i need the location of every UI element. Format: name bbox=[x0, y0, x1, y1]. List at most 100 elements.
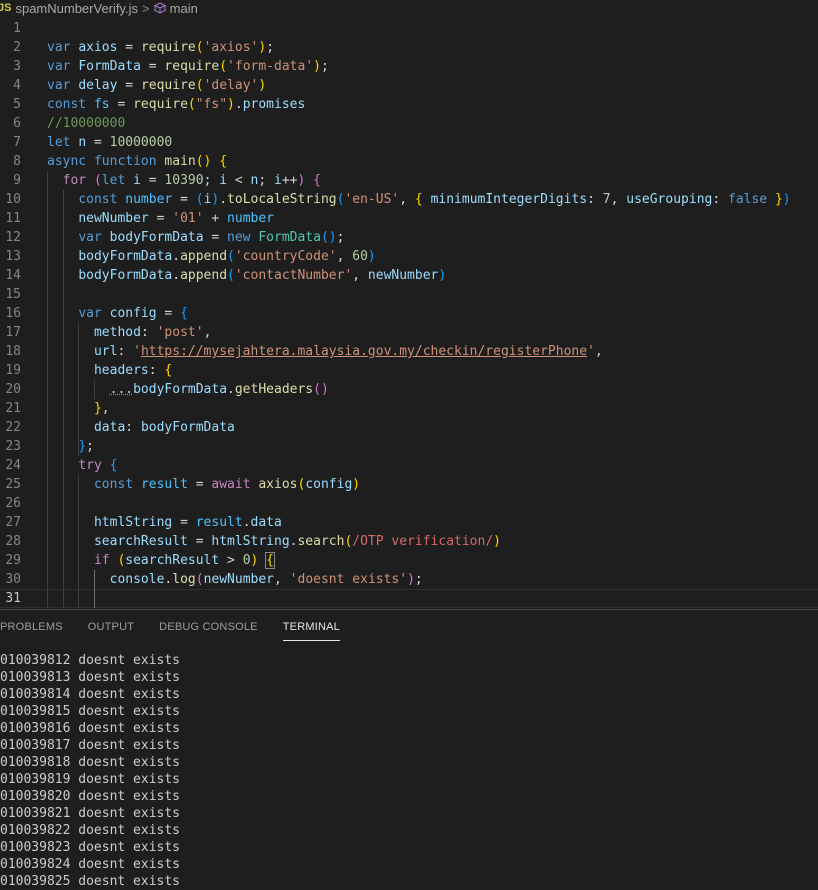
line-number: 31 bbox=[5, 591, 21, 606]
code-token: () bbox=[313, 382, 329, 397]
line-number: 15 bbox=[5, 287, 21, 302]
code-token: . bbox=[242, 515, 251, 530]
code-token: = bbox=[203, 230, 228, 245]
code-line[interactable]: 7 let n = 10000000 bbox=[0, 133, 818, 152]
terminal-line: 010039813 doesnt exists bbox=[0, 670, 181, 685]
code-line[interactable]: 13 bodyFormData.append('countryCode', 60… bbox=[0, 247, 818, 266]
code-token: try bbox=[78, 458, 102, 473]
code-line[interactable]: 26 bbox=[0, 494, 818, 513]
code-line[interactable]: 2 var axios = require('axios'); bbox=[0, 38, 818, 57]
line-number: 7 bbox=[13, 135, 21, 150]
code-token: = bbox=[109, 97, 134, 112]
javascript-file-icon: JS bbox=[0, 2, 12, 14]
tab-output[interactable]: OUTPUT bbox=[88, 610, 134, 644]
code-token: ; bbox=[86, 439, 94, 454]
code-token: . bbox=[172, 268, 181, 283]
breadcrumb-symbol-main[interactable]: main bbox=[170, 1, 198, 16]
code-line[interactable]: 4 var delay = require('delay') bbox=[0, 76, 818, 95]
code-token: { bbox=[180, 306, 188, 321]
code-line[interactable]: 16 var config = { bbox=[0, 304, 818, 323]
code-token: htmlString bbox=[93, 515, 173, 530]
code-line[interactable]: 6 //10000000 bbox=[0, 114, 818, 133]
indent-guide bbox=[62, 190, 64, 608]
code-token: promises bbox=[242, 97, 306, 112]
code-token: 'delay' bbox=[203, 78, 259, 93]
code-line[interactable]: 1 bbox=[0, 19, 818, 38]
code-line[interactable]: 18 url: 'https://mysejahtera.malaysia.go… bbox=[0, 342, 818, 361]
code-line[interactable]: 9 for (let i = 10390; i < n; i++) { bbox=[0, 171, 818, 190]
code-token: data bbox=[250, 515, 282, 530]
code-line[interactable]: 10 const number = (i).toLocaleString('en… bbox=[0, 190, 818, 209]
breadcrumb-file[interactable]: spamNumberVerify.js bbox=[15, 1, 138, 16]
code-token: ) bbox=[313, 59, 321, 74]
code-text: bodyFormData.append('contactNumber', new… bbox=[47, 266, 446, 285]
code-token: "fs" bbox=[195, 97, 228, 112]
code-token: { bbox=[265, 552, 275, 569]
code-token: require bbox=[140, 78, 196, 93]
code-token: axios bbox=[258, 477, 298, 492]
code-token: const bbox=[78, 192, 118, 207]
code-line[interactable]: 19 headers: { bbox=[0, 361, 818, 380]
line-number: 17 bbox=[5, 325, 21, 340]
code-token: 'countryCode' bbox=[234, 249, 337, 264]
line-number: 13 bbox=[5, 249, 21, 264]
code-token: = bbox=[156, 306, 181, 321]
tab-terminal[interactable]: TERMINAL bbox=[282, 610, 340, 641]
code-token: = bbox=[86, 135, 110, 150]
code-token: > bbox=[219, 553, 243, 568]
line-number: 28 bbox=[5, 534, 21, 549]
code-text: bodyFormData.append('countryCode', 60) bbox=[47, 247, 375, 266]
code-line[interactable]: 14 bodyFormData.append('contactNumber', … bbox=[0, 266, 818, 285]
code-text: console.log(newNumber, 'doesnt exists'); bbox=[47, 570, 423, 589]
code-token: = bbox=[117, 78, 141, 93]
code-token: getHeaders bbox=[234, 382, 314, 397]
code-line[interactable]: 27 htmlString = result.data bbox=[0, 513, 818, 532]
code-line[interactable]: 20 ...bodyFormData.getHeaders() bbox=[0, 380, 818, 399]
code-token: ... bbox=[109, 382, 134, 397]
code-token: bodyFormData bbox=[133, 382, 228, 397]
indent-guide bbox=[47, 171, 48, 608]
code-editor[interactable]: 1 2 var axios = require('axios'); 3 var Form… bbox=[0, 16, 818, 609]
terminal-output[interactable]: 010039812 doesnt exists 010039813 doesnt … bbox=[0, 652, 818, 890]
terminal-line: 010039819 doesnt exists bbox=[0, 772, 181, 787]
terminal-line: 010039822 doesnt exists bbox=[0, 823, 181, 838]
code-token: , bbox=[336, 249, 353, 264]
code-line[interactable]: 21 }, bbox=[0, 399, 818, 418]
code-line[interactable]: 28 searchResult = htmlString.search(/OTP… bbox=[0, 532, 818, 551]
code-line[interactable]: 3 var FormData = require('form-data'); bbox=[0, 57, 818, 76]
code-line[interactable]: 30 console.log(newNumber, 'doesnt exists… bbox=[0, 570, 818, 589]
code-text: headers: { bbox=[47, 361, 172, 380]
code-token: ( bbox=[187, 97, 196, 112]
code-line[interactable]: 17 method: 'post', bbox=[0, 323, 818, 342]
code-line[interactable]: 31 bbox=[0, 589, 818, 608]
indent-guide bbox=[78, 323, 80, 456]
code-line[interactable]: 11 newNumber = '01' + number bbox=[0, 209, 818, 228]
tab-debug-console[interactable]: DEBUG CONSOLE bbox=[159, 610, 258, 644]
terminal-line: 010039812 doesnt exists bbox=[0, 653, 181, 668]
code-token: fs bbox=[93, 97, 110, 112]
code-token: searchResult bbox=[93, 534, 188, 549]
code-token: let bbox=[101, 173, 126, 188]
code-token: } bbox=[78, 439, 87, 454]
tab-problems[interactable]: PROBLEMS bbox=[0, 610, 63, 644]
code-line[interactable]: 8 async function main() { bbox=[0, 152, 818, 171]
line-number: 6 bbox=[13, 116, 21, 131]
code-token: number bbox=[227, 211, 275, 226]
code-line[interactable]: 24 try { bbox=[0, 456, 818, 475]
code-token: { bbox=[109, 458, 118, 473]
code-token: var bbox=[47, 59, 71, 74]
code-line[interactable]: 22 data: bodyFormData bbox=[0, 418, 818, 437]
code-line[interactable]: 15 bbox=[0, 285, 818, 304]
code-line[interactable]: 25 const result = await axios(config) bbox=[0, 475, 818, 494]
code-line[interactable]: 29 if (searchResult > 0) { bbox=[0, 551, 818, 570]
code-token: 10390 bbox=[164, 173, 204, 188]
code-token: require bbox=[133, 97, 188, 112]
code-line[interactable]: 23 }; bbox=[0, 437, 818, 456]
code-line[interactable]: 5 const fs = require("fs").promises bbox=[0, 95, 818, 114]
code-line[interactable]: 12 var bodyFormData = new FormData(); bbox=[0, 228, 818, 247]
